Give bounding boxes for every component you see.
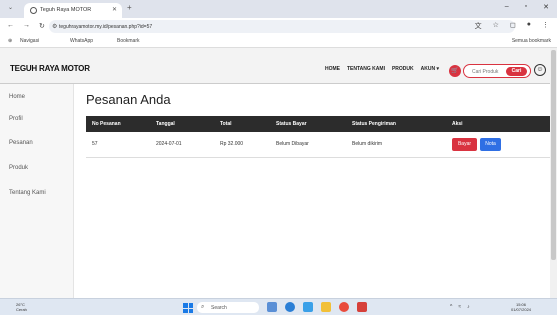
- tab-title: Teguh Raya MOTOR: [40, 7, 92, 13]
- taskbar-search-label: Search: [211, 305, 227, 311]
- window-controls: – ▫ ✕: [505, 3, 549, 11]
- main-content: Pesanan Anda: [86, 92, 171, 107]
- col-status-bayar: Status Bayar: [270, 116, 346, 132]
- page-title: Pesanan Anda: [86, 92, 171, 107]
- browser-tab[interactable]: Teguh Raya MOTOR ✕: [24, 3, 122, 18]
- search-icon: ⌕: [201, 304, 205, 310]
- extensions-icon[interactable]: ◻: [510, 21, 516, 31]
- address-bar-row: ← → ↻ ⚙ teguhrayamotor.my.id/pesanan.php…: [0, 18, 557, 35]
- app-icon[interactable]: [267, 302, 277, 312]
- bookmark-star-icon[interactable]: ☆: [493, 21, 499, 31]
- cell-no: 57: [86, 132, 150, 158]
- pay-button[interactable]: Bayar: [452, 137, 477, 151]
- clock-date: 01/07/2024: [511, 307, 532, 312]
- sidebar-item-produk[interactable]: Produk: [9, 165, 28, 171]
- col-status-pengiriman: Status Pengiriman: [346, 116, 446, 132]
- weather-desc: Cerah: [16, 307, 27, 312]
- menu-home[interactable]: HOME: [325, 66, 340, 72]
- menu-akun[interactable]: AKUN ▾: [421, 66, 439, 72]
- user-icon[interactable]: ☺: [534, 64, 546, 76]
- table-row: 57 2024-07-01 Rp 32.000 Belum Dibayar Be…: [86, 132, 550, 158]
- browser-tab-bar: ⌄ Teguh Raya MOTOR ✕ + – ▫ ✕: [0, 0, 557, 18]
- col-aksi: Aksi: [446, 116, 550, 132]
- site-info-icon[interactable]: ⚙: [52, 23, 57, 30]
- new-tab-icon[interactable]: +: [127, 3, 132, 12]
- address-actions: 文 ☆ ◻ ● ⋮: [475, 21, 549, 31]
- bookmarks-bar: ⊕ Navigasi WhatsApp Bookmark Semua bookm…: [0, 35, 557, 48]
- wifi-icon[interactable]: ≈: [458, 304, 461, 310]
- tab-list-icon[interactable]: ⌄: [8, 4, 13, 11]
- bookmark-3[interactable]: Bookmark: [117, 38, 140, 44]
- site-brand[interactable]: TEGUH RAYA MOTOR: [10, 64, 90, 73]
- col-tanggal: Tanggal: [150, 116, 214, 132]
- cell-total: Rp 32.000: [214, 132, 270, 158]
- url-text: teguhrayamotor.my.id/pesanan.php?id=57: [59, 24, 153, 30]
- forward-icon[interactable]: →: [23, 22, 30, 30]
- app-icon[interactable]: [303, 302, 313, 312]
- menu-tentang-kami[interactable]: TENTANG KAMI: [347, 66, 385, 72]
- taskbar-apps: [267, 302, 367, 312]
- volume-icon[interactable]: ♪: [467, 304, 470, 310]
- reload-icon[interactable]: ↻: [39, 22, 45, 30]
- menu-produk[interactable]: PRODUK: [392, 66, 414, 72]
- taskbar-search[interactable]: ⌕ Search: [197, 302, 259, 313]
- url-input[interactable]: ⚙ teguhrayamotor.my.id/pesanan.php?id=57: [49, 20, 515, 33]
- cell-date: 2024-07-01: [150, 132, 214, 158]
- sidebar: Home Profil Pesanan Produk Tentang Kami: [0, 84, 74, 298]
- cell-ship-status: Belum dikirim: [346, 132, 446, 158]
- page-scrollbar[interactable]: [550, 48, 557, 298]
- main-menu: HOME TENTANG KAMI PRODUK AKUN ▾: [325, 66, 439, 72]
- cart-icon[interactable]: 🛒: [449, 65, 461, 77]
- browser-app-icon[interactable]: [285, 302, 295, 312]
- sidebar-item-tentang-kami[interactable]: Tentang Kami: [9, 190, 46, 196]
- nav-buttons: ← → ↻: [7, 22, 45, 30]
- chrome-app-icon[interactable]: [339, 302, 349, 312]
- sidebar-item-pesanan[interactable]: Pesanan: [9, 140, 33, 146]
- system-tray: ^ ≈ ♪: [450, 304, 470, 310]
- folder-app-icon[interactable]: [321, 302, 331, 312]
- cell-pay-status: Belum Dibayar: [270, 132, 346, 158]
- taskbar: 26°C Cerah ⌕ Search ^ ≈ ♪ 15:06 01/07/20…: [0, 298, 557, 315]
- browser-menu-icon[interactable]: ⋮: [542, 21, 549, 31]
- weather-widget[interactable]: 26°C Cerah: [16, 302, 27, 312]
- col-no-pesanan: No Pesanan: [86, 116, 150, 132]
- start-icon[interactable]: [183, 303, 193, 313]
- apps-icon[interactable]: ⊕: [8, 38, 12, 44]
- scrollbar-thumb[interactable]: [551, 50, 556, 260]
- product-search: Cari Produk Cari: [463, 64, 531, 78]
- sidebar-item-home[interactable]: Home: [9, 94, 25, 100]
- search-input[interactable]: Cari Produk: [472, 69, 498, 75]
- close-tab-icon[interactable]: ✕: [112, 6, 117, 13]
- col-total: Total: [214, 116, 270, 132]
- cell-actions: Bayar Nota: [446, 132, 550, 158]
- bookmark-2[interactable]: WhatsApp: [70, 38, 93, 44]
- sidebar-item-profil[interactable]: Profil: [9, 116, 23, 122]
- chevron-up-icon[interactable]: ^: [450, 304, 452, 310]
- minimize-icon[interactable]: –: [505, 3, 509, 11]
- translate-icon[interactable]: 文: [475, 21, 482, 31]
- search-button[interactable]: Cari: [506, 67, 527, 76]
- all-bookmarks[interactable]: Semua bookmark: [512, 38, 551, 44]
- maximize-icon[interactable]: ▫: [525, 3, 527, 11]
- site-header: TEGUH RAYA MOTOR HOME TENTANG KAMI PRODU…: [0, 48, 557, 84]
- invoice-button[interactable]: Nota: [480, 137, 501, 151]
- orders-table: No Pesanan Tanggal Total Status Bayar St…: [86, 116, 550, 158]
- profile-icon[interactable]: ●: [527, 21, 531, 31]
- clock[interactable]: 15:06 01/07/2024: [511, 302, 531, 312]
- close-window-icon[interactable]: ✕: [543, 3, 549, 11]
- tab-favicon-icon: [30, 7, 37, 14]
- back-icon[interactable]: ←: [7, 22, 14, 30]
- table-header-row: No Pesanan Tanggal Total Status Bayar St…: [86, 116, 550, 132]
- bookmark-1[interactable]: Navigasi: [20, 38, 39, 44]
- app-icon[interactable]: [357, 302, 367, 312]
